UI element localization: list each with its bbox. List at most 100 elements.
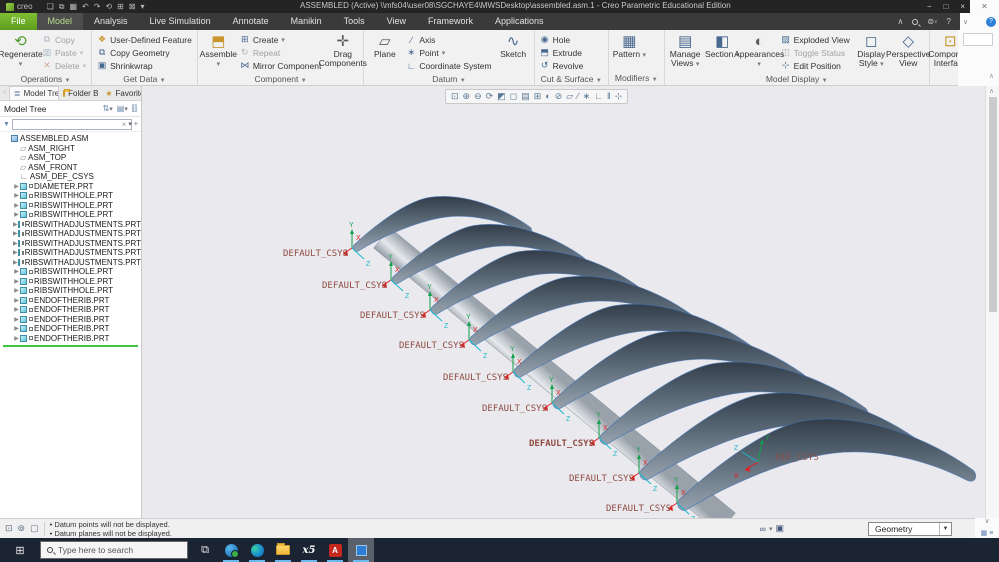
selection-filter-arrow-icon[interactable]: ▼: [939, 523, 951, 535]
csys-label-4[interactable]: DEFAULT_CSYS: [399, 341, 464, 351]
tree-item-asm-right[interactable]: ▱ ASM_RIGHT: [0, 144, 141, 154]
tree-item-assembled-asm[interactable]: ASSEMBLED.ASM: [0, 134, 141, 144]
shade-icon[interactable]: ◩: [497, 90, 506, 103]
expander-icon[interactable]: ▶: [13, 268, 20, 275]
expander-icon[interactable]: ▶: [13, 287, 20, 294]
panel-tab-folder-b[interactable]: Folder B: [59, 86, 101, 100]
customize-qat-icon[interactable]: ▾: [141, 2, 145, 12]
group-label[interactable]: Component ▼: [200, 74, 362, 85]
options-menu-icon[interactable]: ⊜▾: [927, 17, 937, 26]
tab-view[interactable]: View: [376, 13, 417, 30]
tree-item-endoftherib-prt[interactable]: ▶ ENDOFTHERIB.PRT: [0, 315, 141, 325]
maximize-button[interactable]: □: [943, 0, 948, 13]
scrollbar-thumb[interactable]: [989, 97, 997, 312]
tab-file[interactable]: File: [0, 13, 37, 30]
expander-icon[interactable]: ▶: [13, 335, 20, 342]
panel-dock-icon[interactable]: ⁘: [0, 86, 9, 100]
expander-icon[interactable]: ▶: [13, 316, 20, 323]
zoom-in-icon[interactable]: ⊕: [463, 90, 471, 103]
tree-show-icon[interactable]: ▤▾: [117, 104, 128, 113]
zoom-out-icon[interactable]: ⊖: [474, 90, 482, 103]
tree-settings-icon[interactable]: ⇅▾: [103, 104, 113, 113]
ribbon-item-revolve[interactable]: ↺ Revolve: [540, 59, 584, 72]
tree-item-asm-def-csys[interactable]: ∟ ASM_DEF_CSYS: [0, 172, 141, 182]
axis-display-icon[interactable]: ∕: [577, 90, 579, 103]
expander-icon[interactable]: ▶: [13, 278, 20, 285]
filter-menu-icon[interactable]: ▾: [128, 120, 132, 128]
tree-item-ribswithhole-prt[interactable]: ▶ RIBSWITHHOLE.PRT: [0, 210, 141, 220]
expander-icon[interactable]: ▶: [13, 183, 20, 190]
csys-label-5[interactable]: DEFAULT_CSYS: [443, 373, 508, 383]
tab-analysis[interactable]: Analysis: [83, 13, 139, 30]
view-manager-icon[interactable]: ⊞: [534, 90, 542, 103]
ribbon-item-axis[interactable]: ∕ Axis: [406, 33, 491, 46]
tree-item-ribswithhole-prt[interactable]: ▶ RIBSWITHHOLE.PRT: [0, 191, 141, 201]
save-icon[interactable]: ▦: [69, 2, 77, 12]
annotations-icon[interactable]: ⊘: [555, 90, 563, 103]
ribbon-item-edit-position[interactable]: ⊹ Edit Position: [781, 59, 850, 72]
window-new-icon[interactable]: ⊞: [117, 2, 124, 12]
ribbon-item-hole[interactable]: ◉ Hole: [540, 33, 584, 46]
tree-item-ribswithhole-prt[interactable]: ▶ RIBSWITHHOLE.PRT: [0, 201, 141, 211]
ribbon-item-user-defined-feature[interactable]: ❖ User-Defined Feature: [97, 33, 192, 46]
find-icon[interactable]: ∞: [760, 524, 766, 534]
expander-icon[interactable]: ▶: [13, 202, 20, 209]
filter-add-icon[interactable]: +: [134, 121, 138, 128]
ribbon-item-component-interface[interactable]: ⊡Component Interface: [928, 31, 958, 74]
expander-icon[interactable]: ▶: [13, 297, 20, 304]
minimize-button[interactable]: −: [927, 0, 932, 13]
appearances-icon[interactable]: ◐: [545, 90, 550, 103]
new-file-icon[interactable]: ❏: [47, 2, 54, 12]
tree-item-asm-top[interactable]: ▱ ASM_TOP: [0, 153, 141, 163]
tree-item-endoftherib-prt[interactable]: ▶ ENDOFTHERIB.PRT: [0, 324, 141, 334]
tree-item-ribswithhole-prt[interactable]: ▶ RIBSWITHHOLE.PRT: [0, 277, 141, 287]
full-window-icon[interactable]: ▢: [30, 523, 39, 534]
filter-funnel-icon[interactable]: ▼: [3, 121, 10, 128]
tree-item-endoftherib-prt[interactable]: ▶ ENDOFTHERIB.PRT: [0, 296, 141, 306]
group-label[interactable]: Cut & Surface ▼: [537, 74, 606, 85]
group-label[interactable]: Modifiers ▼: [611, 73, 662, 85]
ribbon-item-coordinate-system[interactable]: ∟ Coordinate System: [406, 59, 492, 72]
ribbon-item-display-style[interactable]: ◻ Display Style ▾: [853, 31, 890, 74]
close-button[interactable]: ×: [960, 0, 965, 13]
taskbar-acrobat[interactable]: A: [322, 538, 348, 562]
csys-label-2[interactable]: DEFAULT_CSYS: [322, 281, 387, 291]
undo-icon[interactable]: ↶: [82, 2, 89, 12]
ribbon-item-regenerate[interactable]: ⟲ Regenerate ▾: [0, 31, 43, 74]
expander-icon[interactable]: ▶: [13, 306, 20, 313]
filter-clear-icon[interactable]: ×: [122, 120, 127, 129]
insertion-locator[interactable]: [3, 345, 138, 347]
ribbon-item-exploded-view[interactable]: ▨ Exploded View: [781, 33, 849, 46]
group-label[interactable]: Model Display ▼: [667, 74, 927, 85]
bg-grid-icon[interactable]: ▦ ≡: [981, 530, 994, 537]
ribbon-item-point[interactable]: ∗ Point ▾: [406, 46, 491, 59]
tree-item-ribswithadjustments-prt[interactable]: ▶ RIBSWITHADJUSTMENTS.PRT: [0, 239, 141, 249]
ribbon-item-extrude[interactable]: ⬒ Extrude: [540, 46, 584, 59]
tree-item-endoftherib-prt[interactable]: ▶ ENDOFTHERIB.PRT: [0, 305, 141, 315]
tree-item-ribswithadjustments-prt[interactable]: ▶ RIBSWITHADJUSTMENTS.PRT: [0, 229, 141, 239]
repaint-icon[interactable]: ⟳: [486, 90, 494, 103]
csys-label-6[interactable]: DEFAULT_CSYS: [482, 404, 547, 414]
show-model-tree-icon[interactable]: ⊡: [5, 523, 13, 534]
expander-icon[interactable]: ▶: [13, 192, 20, 199]
open-icon[interactable]: ⧉: [59, 2, 65, 12]
bg-window-close[interactable]: ✕: [970, 0, 999, 13]
taskbar-app-x5[interactable]: x5: [296, 538, 322, 562]
taskbar-file-explorer[interactable]: [270, 538, 296, 562]
group-label[interactable]: Model Intent ▼: [932, 74, 958, 85]
bg-help-badge[interactable]: ?: [986, 16, 996, 27]
bg-scroll-top-icon[interactable]: ∧: [989, 72, 994, 80]
tree-item-asm-front[interactable]: ▱ ASM_FRONT: [0, 163, 141, 173]
tree-item-diameter-prt[interactable]: ▶ DIAMETER.PRT: [0, 182, 141, 192]
selection-filter[interactable]: Geometry ▼: [868, 522, 952, 536]
group-label[interactable]: Operations ▼: [2, 74, 89, 85]
refit-icon[interactable]: ⊡: [451, 90, 459, 103]
ribbon-item-copy-geometry[interactable]: ⧉ Copy Geometry: [97, 46, 192, 59]
ribbon-item-manage-views[interactable]: ▤ Manage Views ▾: [667, 31, 704, 74]
tree-item-ribswithhole-prt[interactable]: ▶ RIBSWITHHOLE.PRT: [0, 286, 141, 296]
taskbar-edge[interactable]: [244, 538, 270, 562]
csys-label-9[interactable]: DEFAULT_CSYS: [606, 504, 671, 514]
tree-filter-input[interactable]: [11, 118, 132, 130]
tree-item-ribswithhole-prt[interactable]: ▶ RIBSWITHHOLE.PRT: [0, 267, 141, 277]
assembly-3d-model[interactable]: Y X Z Y X Z Y X Z Y X Z Y X Z Y X Z Y X …: [142, 86, 985, 518]
